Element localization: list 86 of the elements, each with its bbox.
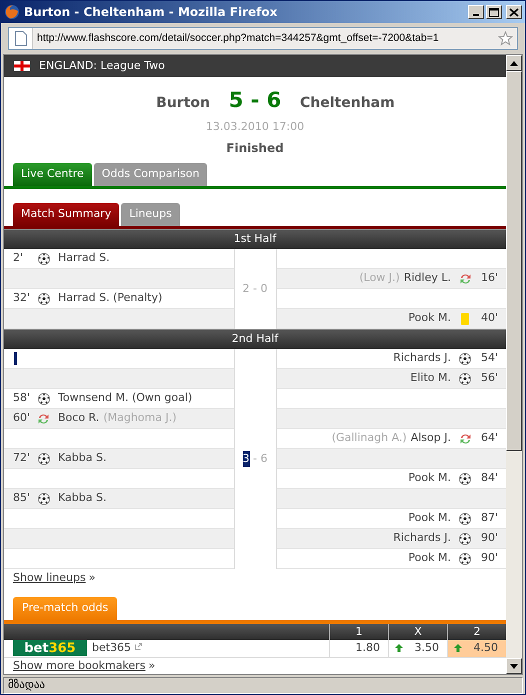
event-minute: 87' (480, 510, 498, 526)
close-icon (507, 6, 521, 18)
substituted-player: (Maghoma J.) (103, 410, 177, 426)
page-icon (14, 31, 26, 46)
soccer-ball-icon (459, 552, 472, 564)
match-score: 5 - 6 (228, 87, 282, 114)
star-icon[interactable] (498, 31, 513, 46)
booking-card-icon (461, 312, 470, 324)
substituted-player: (Low J.) (359, 270, 400, 286)
tab[interactable]: Match Summary (13, 203, 120, 226)
up-arrow-icon (395, 644, 403, 652)
half-score: 2 - 0 (242, 280, 268, 297)
show-link[interactable]: Show more bookmakers (13, 658, 146, 674)
player-name: Kabba S. (58, 490, 106, 506)
player-name: Pook M. (408, 470, 451, 486)
show-link[interactable]: Show lineups (13, 570, 86, 586)
external-link-icon (135, 643, 142, 650)
soccer-ball-icon (38, 252, 50, 264)
event-minute: 2' (13, 250, 24, 266)
maximize-icon (487, 6, 501, 18)
browser-logo-icon (4, 4, 20, 20)
flag-icon (14, 61, 30, 71)
player-name: Pook M. (408, 550, 451, 566)
player-name: Richards J. (393, 530, 451, 546)
event-minute: 72' (13, 450, 32, 466)
soccer-ball-icon (38, 452, 50, 464)
substituted-player: (Gallinagh A.) (332, 430, 407, 446)
event-minute: 54' (480, 350, 498, 366)
close-button[interactable] (506, 5, 522, 19)
event-minute: 40' (480, 310, 498, 326)
event-minute: 85' (13, 490, 32, 506)
player-name: Pook M. (408, 510, 451, 526)
bookmaker-logo[interactable]: bet365 (13, 640, 87, 656)
maximize-button[interactable] (486, 5, 502, 19)
event-minute: 60' (13, 410, 32, 426)
event-minute: 16' (480, 270, 498, 286)
match-status: Finished (226, 140, 284, 157)
league-name: ENGLAND: League Two (39, 58, 165, 74)
player-name: Kabba S. (58, 450, 106, 466)
scrollbar[interactable] (506, 55, 522, 674)
substitution-icon (37, 412, 50, 424)
soccer-ball-icon (38, 392, 50, 404)
soccer-ball-icon (459, 472, 472, 484)
player-name: Richards J. (393, 350, 451, 366)
player-name: Boco R. (58, 410, 100, 426)
address-field[interactable]: http://www.flashscore.com/detail/soccer.php?match=344257&gmt_offset=-7200&tab=1 (8, 27, 518, 50)
player-name: Pook M. (408, 310, 451, 326)
soccer-ball-icon (38, 492, 50, 504)
tab[interactable]: Live Centre (13, 163, 92, 186)
text-caret (14, 352, 17, 365)
soccer-ball-icon (459, 512, 472, 524)
home-team: Burton (155, 94, 210, 113)
event-minute: 32' (13, 290, 32, 306)
odds-cell[interactable]: 4.50 (447, 640, 506, 656)
scroll-up-icon[interactable] (510, 60, 518, 66)
arrow-glyph: » (88, 570, 96, 586)
status-text: მზადაა (8, 677, 46, 694)
player-name: Harrad S. (58, 250, 110, 266)
player-name: Ridley L. (404, 270, 451, 286)
event-minute: 56' (480, 370, 498, 386)
soccer-ball-icon (459, 532, 472, 544)
event-minute: 58' (13, 390, 32, 406)
substitution-icon (458, 272, 472, 284)
soccer-ball-icon (38, 292, 50, 304)
window-title: Burton - Cheltenham - Mozilla Firefox (24, 4, 278, 21)
event-minute: 64' (480, 430, 498, 446)
half-score: 3 - 6 (242, 450, 268, 468)
substitution-icon (458, 432, 472, 444)
minimize-icon (473, 14, 479, 16)
player-name: Alsop J. (410, 430, 451, 446)
bookmaker-link[interactable]: bet365 (92, 640, 132, 656)
player-name: Townsend M. (Own goal) (58, 390, 192, 406)
event-minute: 90' (480, 530, 498, 546)
scroll-down-icon[interactable] (510, 664, 518, 668)
minimize-button[interactable] (468, 5, 484, 19)
soccer-ball-icon (459, 372, 472, 384)
soccer-ball-icon (459, 352, 472, 364)
event-minute: 90' (480, 550, 498, 566)
up-arrow-icon (454, 644, 462, 652)
half-header: 2nd Half (4, 329, 506, 349)
player-name: Elito M. (410, 370, 451, 386)
half-header: 1st Half (4, 229, 506, 249)
event-minute: 84' (480, 470, 498, 486)
match-date: 13.03.2010 17:00 (206, 118, 304, 134)
arrow-glyph: » (148, 658, 156, 674)
player-name: Harrad S. (Penalty) (58, 290, 162, 306)
